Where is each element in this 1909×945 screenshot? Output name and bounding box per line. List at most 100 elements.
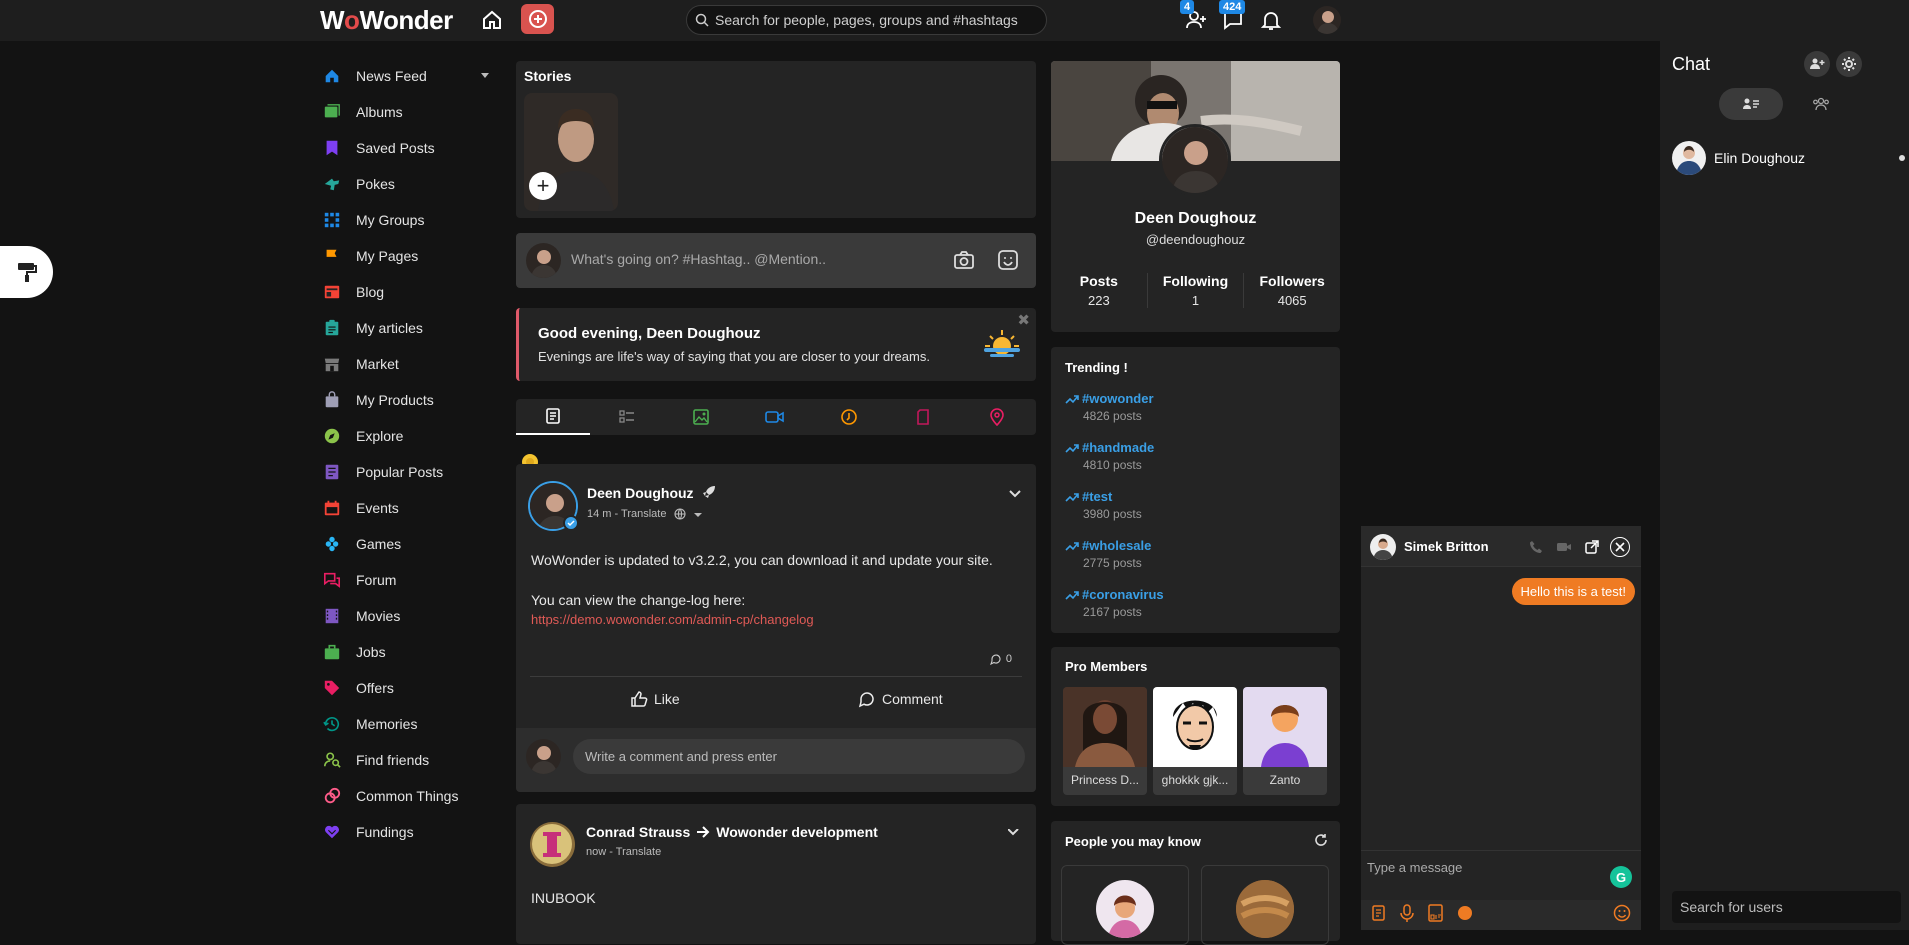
tab-location[interactable] [960, 399, 1034, 435]
sidebar-item-movies[interactable]: Movies [322, 598, 497, 634]
post2-meta: now - Translate [586, 846, 662, 858]
microphone-icon[interactable] [1399, 903, 1415, 927]
emoji-icon[interactable] [1613, 904, 1631, 927]
stat-following[interactable]: Following 1 [1146, 273, 1245, 308]
sidebar-item-memories[interactable]: Memories [322, 706, 497, 742]
comment-count[interactable]: 0 [989, 653, 1012, 665]
stat-followers[interactable]: Followers 4065 [1244, 273, 1340, 308]
sidebar-item-my-products[interactable]: My Products [322, 382, 497, 418]
chat-contact[interactable]: Elin Doughouz [1672, 141, 1805, 175]
post-author-name[interactable]: Deen Doughouz [587, 485, 694, 501]
suggested-user[interactable] [1061, 865, 1189, 945]
comment-button[interactable]: Comment [858, 690, 943, 708]
create-group-chat-button[interactable] [1804, 51, 1830, 77]
video-call-icon[interactable] [1554, 537, 1574, 557]
trending-arrow-icon [1065, 590, 1079, 600]
create-button[interactable] [521, 4, 554, 34]
chat-settings-button[interactable] [1836, 51, 1862, 77]
trending-item[interactable]: #wowonder 4826 posts [1065, 391, 1154, 423]
sidebar-item-common-things[interactable]: Common Things [322, 778, 497, 814]
tab-text[interactable] [516, 399, 590, 435]
like-button[interactable]: Like [630, 690, 680, 708]
explore-icon [322, 426, 342, 446]
sidebar-item-news-feed[interactable]: News Feed [322, 58, 497, 94]
tab-file[interactable] [886, 399, 960, 435]
attach-file-icon[interactable] [1371, 904, 1387, 927]
close-chat-icon[interactable] [1610, 537, 1630, 557]
trending-item[interactable]: #coronavirus 2167 posts [1065, 587, 1164, 619]
chat-window-name[interactable]: Simek Britton [1404, 539, 1489, 554]
sidebar-item-explore[interactable]: Explore [322, 418, 497, 454]
post2-target-name[interactable]: Wowonder development [716, 824, 878, 840]
suggested-user[interactable] [1201, 865, 1329, 945]
chat-search-input[interactable]: Search for users [1672, 891, 1901, 923]
sidebar-item-blog[interactable]: Blog [322, 274, 497, 310]
notifications-button[interactable] [1259, 8, 1283, 32]
privacy-caret-icon[interactable] [694, 513, 702, 517]
sidebar-item-market[interactable]: Market [322, 346, 497, 382]
sidebar-item-my-groups[interactable]: My Groups [322, 202, 497, 238]
sidebar-item-fundings[interactable]: Fundings [322, 814, 497, 850]
post-link[interactable]: https://demo.wowonder.com/admin-cp/chang… [531, 610, 814, 630]
comment-count-value: 0 [1005, 653, 1012, 665]
sidebar-item-pokes[interactable]: Pokes [322, 166, 497, 202]
home-icon[interactable] [480, 8, 504, 32]
open-external-icon[interactable] [1582, 537, 1602, 557]
gif-icon[interactable] [1427, 903, 1445, 927]
camera-icon[interactable] [953, 250, 975, 275]
color-picker-icon[interactable] [1457, 905, 1473, 926]
post-composer[interactable]: What's going on? #Hashtag.. @Mention.. [516, 233, 1036, 288]
sidebar-item-jobs[interactable]: Jobs [322, 634, 497, 670]
post2-options-chevron-icon[interactable] [1007, 826, 1022, 844]
tab-music[interactable] [812, 399, 886, 435]
theme-toggle-button[interactable] [0, 246, 53, 298]
stat-posts[interactable]: Posts 223 [1051, 273, 1147, 308]
sidebar-item-popular-posts[interactable]: Popular Posts [322, 454, 497, 490]
rocket-icon [702, 485, 716, 504]
search-input[interactable] [715, 12, 1035, 28]
user-avatar[interactable] [1313, 6, 1341, 34]
greeting-title: Good evening, Deen Doughouz [538, 325, 761, 342]
chat-tab-groups[interactable] [1789, 88, 1853, 120]
refresh-icon[interactable] [1314, 833, 1328, 852]
trending-item[interactable]: #wholesale 2775 posts [1065, 538, 1151, 570]
globe-icon[interactable] [674, 507, 686, 525]
trending-item[interactable]: #handmade 4810 posts [1065, 440, 1154, 472]
profile-name[interactable]: Deen Doughouz [1051, 210, 1340, 228]
friend-requests-button[interactable]: 4 [1180, 0, 1208, 32]
sidebar-item-forum[interactable]: Forum [322, 562, 497, 598]
sidebar-item-find-friends[interactable]: Find friends [322, 742, 497, 778]
movies-icon [322, 606, 342, 626]
wowonder-logo[interactable]: Wo Wonder [320, 5, 453, 35]
sidebar-item-games[interactable]: Games [322, 526, 497, 562]
tab-list[interactable] [590, 399, 664, 435]
messages-button[interactable]: 424 [1219, 0, 1246, 32]
post2-author-name[interactable]: Conrad Strauss [586, 824, 690, 840]
comment-input[interactable]: Write a comment and press enter [573, 739, 1025, 774]
tab-photo[interactable] [664, 399, 738, 435]
pro-member[interactable]: Princess D... [1063, 687, 1147, 795]
pro-member[interactable]: Zanto [1243, 687, 1327, 795]
sidebar-item-my-articles[interactable]: My articles [322, 310, 497, 346]
chat-tab-users[interactable] [1719, 88, 1783, 120]
sidebar-item-events[interactable]: Events [322, 490, 497, 526]
sidebar-item-my-pages[interactable]: My Pages [322, 238, 497, 274]
sidebar-item-offers[interactable]: Offers [322, 670, 497, 706]
sidebar-item-albums[interactable]: Albums [322, 94, 497, 130]
post2-author-avatar[interactable] [530, 822, 575, 867]
sidebar-item-saved-posts[interactable]: Saved Posts [322, 130, 497, 166]
search-bar[interactable] [686, 5, 1047, 35]
add-story-button[interactable]: + [529, 172, 557, 200]
phone-icon[interactable] [1526, 537, 1546, 557]
grammarly-icon[interactable]: G [1610, 866, 1632, 888]
trending-item[interactable]: #test 3980 posts [1065, 489, 1142, 521]
tab-video[interactable] [738, 399, 812, 435]
chevron-down-icon[interactable] [481, 73, 489, 78]
verified-badge-icon [563, 515, 579, 531]
post-options-chevron-icon[interactable] [1008, 486, 1022, 504]
chat-message-input[interactable]: Type a message [1361, 850, 1641, 900]
sticker-icon[interactable] [997, 249, 1019, 276]
profile-avatar[interactable] [1159, 124, 1231, 196]
close-icon[interactable]: ✖ [1017, 311, 1030, 329]
pro-member[interactable]: ghokkk gjk... [1153, 687, 1237, 795]
